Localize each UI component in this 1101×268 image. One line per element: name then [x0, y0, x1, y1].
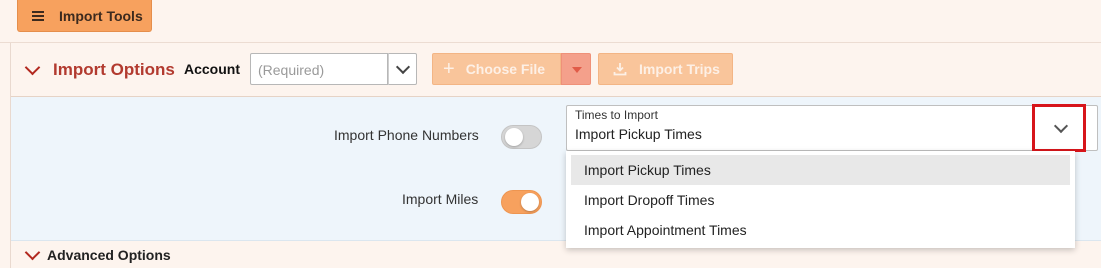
times-to-import-menu: Import Pickup Times Import Dropoff Times…	[566, 151, 1075, 248]
times-to-import-select[interactable]: Times to Import Import Pickup Times	[566, 104, 1098, 152]
choose-file-label: Choose File	[465, 61, 546, 77]
account-dropdown-button[interactable]	[388, 53, 417, 85]
advanced-options-title: Advanced Options	[47, 247, 171, 263]
import-phone-numbers-toggle[interactable]	[501, 125, 542, 149]
import-miles-toggle[interactable]	[501, 190, 542, 214]
import-panel: Import Options Account (Required) + Choo…	[10, 43, 1101, 268]
import-miles-label: Import Miles	[402, 191, 479, 207]
top-toolbar: Import Tools	[0, 0, 1101, 43]
import-tools-label: Import Tools	[59, 7, 143, 24]
choose-file-menu-button[interactable]	[561, 53, 591, 85]
chevron-down-icon	[1053, 118, 1069, 134]
import-tools-button[interactable]: Import Tools	[17, 0, 152, 32]
import-icon	[613, 63, 627, 76]
import-phone-numbers-label: Import Phone Numbers	[334, 127, 479, 143]
account-label: Account	[184, 61, 240, 77]
toggle-knob	[521, 193, 539, 211]
caret-down-icon	[572, 67, 582, 73]
times-to-import-value: Import Pickup Times	[575, 126, 702, 142]
hamburger-icon	[32, 9, 44, 23]
import-options-header: Import Options Account (Required) + Choo…	[11, 43, 1101, 97]
menu-option-dropoff[interactable]: Import Dropoff Times	[571, 185, 1070, 215]
dropdown-toggle-highlight[interactable]	[1032, 104, 1086, 152]
times-to-import-caption: Times to Import	[575, 108, 658, 122]
advanced-options-header[interactable]: Advanced Options	[11, 240, 1101, 268]
plus-icon: +	[443, 58, 455, 80]
import-trips-button[interactable]: Import Trips	[598, 53, 733, 85]
expand-chevron-icon	[24, 244, 41, 261]
chevron-down-icon	[395, 59, 411, 75]
menu-option-pickup[interactable]: Import Pickup Times	[571, 155, 1070, 185]
import-options-title: Import Options	[53, 60, 175, 79]
import-trips-label: Import Trips	[639, 61, 720, 77]
toggle-knob	[505, 128, 523, 146]
account-input[interactable]: (Required)	[250, 53, 388, 85]
options-body: Import Phone Numbers Import Miles Times …	[11, 97, 1101, 248]
collapse-chevron-icon[interactable]	[24, 59, 41, 76]
choose-file-button[interactable]: + Choose File	[432, 53, 561, 85]
